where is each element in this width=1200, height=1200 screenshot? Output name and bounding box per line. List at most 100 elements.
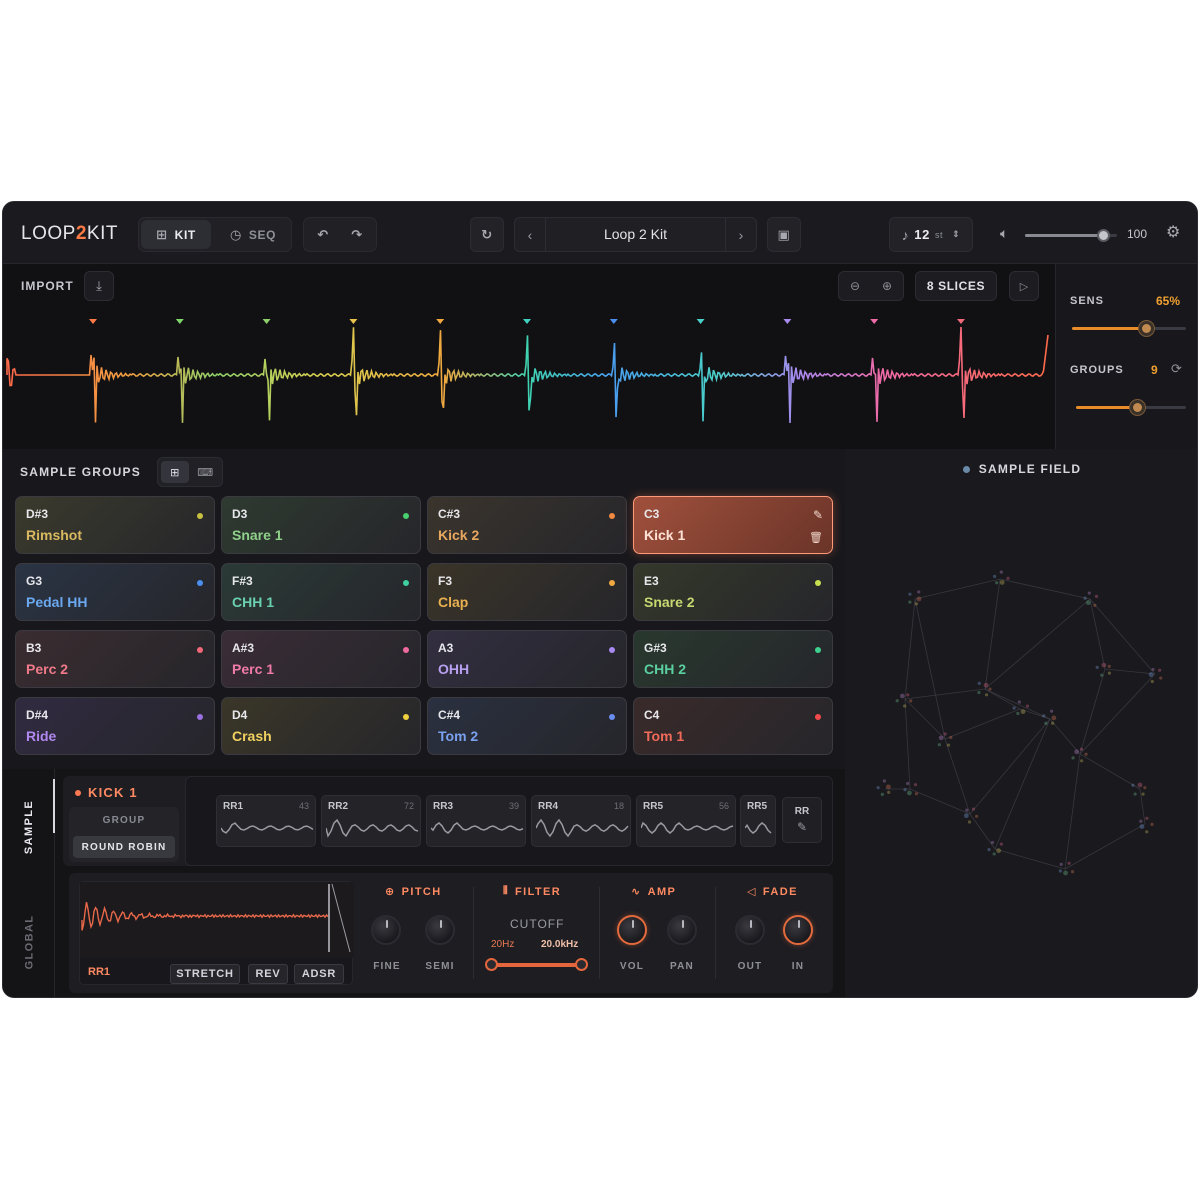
rr-slot[interactable]: RR2 72 <box>321 795 421 847</box>
slices-button[interactable]: 8 SLICES <box>915 271 997 301</box>
field-point[interactable] <box>1080 759 1084 763</box>
slice-marker[interactable] <box>436 319 445 324</box>
reset-button[interactable]: ↻ <box>470 217 504 252</box>
play-button[interactable]: ▷ <box>1009 271 1039 301</box>
pad[interactable]: D#4 Ride <box>15 697 215 755</box>
field-point[interactable] <box>917 590 921 594</box>
field-point[interactable] <box>999 570 1003 574</box>
round-robin-button[interactable]: ROUND ROBIN <box>73 836 175 858</box>
field-point[interactable] <box>1145 830 1149 834</box>
field-point[interactable] <box>887 790 891 794</box>
pad[interactable]: C4 Tom 1 <box>633 697 833 755</box>
pad[interactable]: D#3 Rimshot <box>15 496 215 554</box>
field-point[interactable] <box>1058 869 1063 873</box>
pad[interactable]: C#4 Tom 2 <box>427 697 627 755</box>
field-point[interactable] <box>903 704 907 708</box>
field-point[interactable] <box>1094 594 1099 598</box>
slice-marker[interactable] <box>262 319 271 324</box>
field-point[interactable] <box>899 693 905 699</box>
tab-sample[interactable]: SAMPLE <box>3 769 55 884</box>
tab-global[interactable]: GLOBAL <box>3 884 55 997</box>
field-point[interactable] <box>977 690 981 695</box>
field-point[interactable] <box>999 842 1003 846</box>
field-point[interactable] <box>1087 591 1091 595</box>
keyboard-view-icon[interactable]: ⌨ <box>192 461 220 483</box>
field-point[interactable] <box>895 699 899 703</box>
gear-icon[interactable]: ⚙ <box>1166 225 1180 241</box>
field-point[interactable] <box>1141 792 1145 796</box>
field-point[interactable] <box>908 592 912 596</box>
waveform-display[interactable] <box>3 312 1055 442</box>
field-point[interactable] <box>1012 706 1016 710</box>
slice-marker[interactable] <box>89 319 97 324</box>
field-point[interactable] <box>885 784 891 790</box>
pad[interactable]: B3 Perc 2 <box>15 630 215 688</box>
field-point[interactable] <box>1063 870 1068 876</box>
field-point[interactable] <box>1093 603 1097 607</box>
field-point[interactable] <box>988 687 992 691</box>
redo-button[interactable]: ↷ <box>341 221 373 248</box>
field-point[interactable] <box>907 790 912 796</box>
next-preset-button[interactable]: › <box>726 227 756 243</box>
field-point[interactable] <box>1145 816 1149 820</box>
field-point[interactable] <box>1006 576 1010 580</box>
add-rr-button[interactable]: RR ✎ <box>782 797 822 843</box>
field-point[interactable] <box>1159 676 1163 680</box>
field-point[interactable] <box>992 852 996 856</box>
rr-slot[interactable]: RR1 43 <box>216 795 316 847</box>
field-point[interactable] <box>977 681 981 686</box>
field-point[interactable] <box>938 735 944 741</box>
field-point[interactable] <box>1050 709 1054 713</box>
field-point[interactable] <box>946 743 951 747</box>
field-point[interactable] <box>965 808 969 812</box>
slice-marker[interactable] <box>175 319 184 324</box>
volume-thumb[interactable] <box>1097 229 1110 242</box>
field-point[interactable] <box>995 581 999 585</box>
reverse-button[interactable]: REV <box>248 964 288 984</box>
field-point[interactable] <box>983 682 989 688</box>
transpose-control[interactable]: ♪ 12 st ⇕ <box>889 217 973 252</box>
field-point[interactable] <box>1131 783 1135 787</box>
rr-slot[interactable]: RR5 56 <box>636 795 736 847</box>
fine-knob[interactable] <box>371 915 401 945</box>
field-point[interactable] <box>975 814 979 818</box>
pad[interactable]: A#3 Perc 1 <box>221 630 421 688</box>
preset-name[interactable]: Loop 2 Kit <box>545 218 726 251</box>
field-point[interactable] <box>1107 671 1111 675</box>
cutoff-range-slider[interactable] <box>485 958 588 971</box>
volume-slider[interactable] <box>1025 229 1117 242</box>
save-button[interactable]: ▣ <box>767 217 801 252</box>
semi-knob[interactable] <box>425 915 455 945</box>
pad[interactable]: D4 Crash <box>221 697 421 755</box>
field-point[interactable] <box>937 743 941 747</box>
field-point[interactable] <box>996 848 1002 854</box>
field-point[interactable] <box>1042 714 1046 718</box>
pan-knob[interactable] <box>667 915 697 945</box>
slice-marker[interactable] <box>957 319 965 324</box>
pad[interactable]: C3 Kick 1 ✎ 🗑︎ <box>633 496 833 554</box>
field-point[interactable] <box>1067 861 1071 865</box>
field-point[interactable] <box>906 693 910 697</box>
pad[interactable]: G3 Pedal HH <box>15 563 215 621</box>
field-point[interactable] <box>1074 749 1080 755</box>
zoom-out-icon[interactable]: ⊖ <box>839 272 871 300</box>
field-point[interactable] <box>1143 786 1147 790</box>
field-point[interactable] <box>993 574 997 578</box>
field-point[interactable] <box>1151 667 1155 672</box>
groups-thumb[interactable] <box>1129 400 1145 415</box>
sample-waveform[interactable]: RR1 STRETCH REV ADSR <box>79 881 354 985</box>
field-point[interactable] <box>999 579 1005 585</box>
field-point[interactable] <box>906 781 910 786</box>
import-button[interactable]: ⤓ <box>84 271 114 301</box>
field-point[interactable] <box>1025 704 1030 708</box>
groups-slider[interactable] <box>1076 400 1186 415</box>
tab-kit[interactable]: ⊞ KIT <box>141 220 211 249</box>
field-point[interactable] <box>967 820 972 824</box>
adsr-button[interactable]: ADSR <box>294 964 344 984</box>
sens-slider[interactable] <box>1072 321 1186 336</box>
pad[interactable]: E3 Snare 2 <box>633 563 833 621</box>
sens-thumb[interactable] <box>1139 321 1155 336</box>
field-point[interactable] <box>1070 870 1075 874</box>
field-point[interactable] <box>882 779 886 783</box>
rr-slot[interactable]: RR4 18 <box>531 795 631 847</box>
